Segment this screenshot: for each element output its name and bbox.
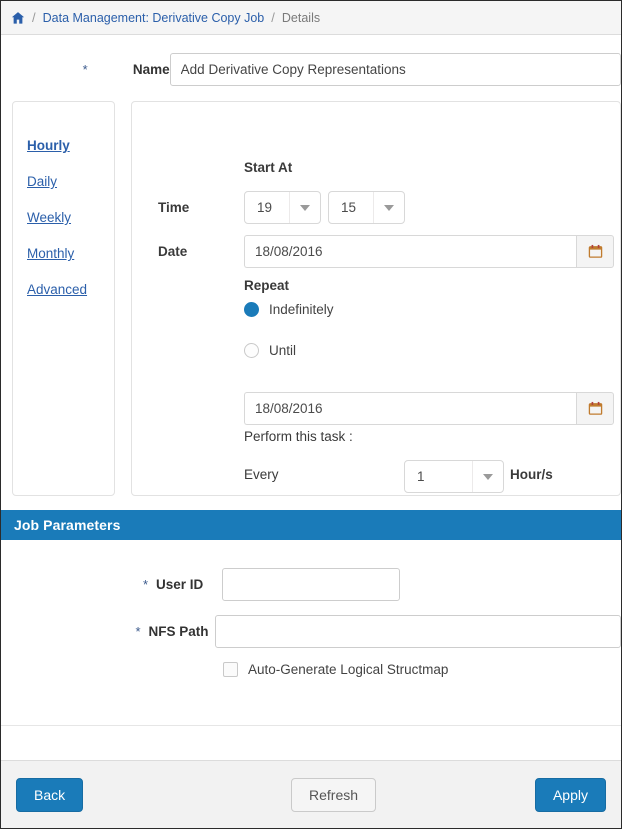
user-id-input[interactable]	[222, 568, 400, 601]
hour-select[interactable]: 19	[244, 191, 321, 224]
every-unit-label: Hour/s	[510, 467, 553, 482]
auto-generate-structmap-row[interactable]: Auto-Generate Logical Structmap	[2, 662, 621, 677]
nfs-path-row: * NFS Path	[2, 615, 621, 648]
every-label: Every	[244, 467, 279, 482]
back-button[interactable]: Back	[16, 778, 83, 812]
footer-action-bar: Back Refresh Apply	[1, 760, 621, 828]
time-label: Time	[158, 200, 189, 215]
radio-until-label: Until	[269, 343, 296, 358]
minute-select-value: 15	[329, 200, 373, 215]
required-marker-name: *	[83, 62, 88, 77]
breadcrumb-link-data-management[interactable]: Data Management: Derivative Copy Job	[43, 11, 265, 25]
hour-select-value: 19	[245, 200, 289, 215]
breadcrumb: / Data Management: Derivative Copy Job /…	[1, 1, 621, 35]
breadcrumb-current-details: Details	[282, 11, 320, 25]
minute-select[interactable]: 15	[328, 191, 405, 224]
required-marker-user-id: *	[143, 577, 148, 592]
start-date-calendar-button[interactable]	[576, 235, 614, 268]
calendar-icon	[588, 401, 603, 416]
nfs-path-label: NFS Path	[149, 624, 215, 639]
start-at-heading: Start At	[244, 160, 292, 175]
name-label-group: * Name	[1, 62, 170, 77]
until-date-calendar-button[interactable]	[576, 392, 614, 425]
job-details-page: / Data Management: Derivative Copy Job /…	[0, 0, 622, 829]
refresh-button[interactable]: Refresh	[291, 778, 376, 812]
nfs-path-label-group: * NFS Path	[2, 624, 215, 639]
radio-indefinitely-label: Indefinitely	[269, 302, 334, 317]
chevron-down-icon	[290, 205, 320, 211]
radio-until-control[interactable]	[244, 343, 259, 358]
until-date-group	[244, 392, 614, 425]
scheduler-section: Hourly Daily Weekly Monthly Advanced Sta…	[1, 101, 621, 496]
user-id-row: * User ID	[2, 568, 621, 601]
tab-advanced[interactable]: Advanced	[27, 282, 87, 297]
name-input[interactable]	[170, 53, 621, 86]
start-date-input[interactable]	[244, 235, 576, 268]
radio-until[interactable]: Until	[244, 343, 296, 358]
required-marker-nfs-path: *	[135, 624, 140, 639]
tab-daily[interactable]: Daily	[27, 174, 57, 189]
until-date-input[interactable]	[244, 392, 576, 425]
user-id-label: User ID	[156, 577, 222, 592]
chevron-down-icon	[473, 474, 503, 480]
user-id-label-group: * User ID	[2, 577, 222, 592]
tab-weekly[interactable]: Weekly	[27, 210, 71, 225]
apply-button[interactable]: Apply	[535, 778, 606, 812]
name-field-row: * Name	[1, 35, 621, 101]
every-interval-value: 1	[405, 469, 472, 484]
schedule-type-tabs: Hourly Daily Weekly Monthly Advanced	[12, 101, 115, 496]
job-parameters-header: Job Parameters	[1, 510, 621, 540]
home-icon[interactable]	[11, 11, 25, 25]
breadcrumb-separator-1: /	[32, 10, 36, 25]
date-label: Date	[158, 244, 187, 259]
auto-generate-structmap-checkbox[interactable]	[223, 662, 238, 677]
job-parameters-body: * User ID * NFS Path Auto-Generate Logic…	[1, 540, 621, 725]
name-label: Name	[95, 62, 170, 77]
tab-monthly[interactable]: Monthly	[27, 246, 74, 261]
auto-generate-structmap-label: Auto-Generate Logical Structmap	[248, 662, 448, 677]
start-date-group	[244, 235, 614, 268]
calendar-icon	[588, 244, 603, 259]
perform-task-heading: Perform this task :	[244, 429, 353, 444]
repeat-heading: Repeat	[244, 278, 289, 293]
breadcrumb-separator-2: /	[271, 10, 275, 25]
radio-indefinitely-control[interactable]	[244, 302, 259, 317]
job-parameters-title: Job Parameters	[14, 517, 120, 533]
content-bottom-divider	[1, 725, 621, 747]
schedule-form-panel: Start At Time 19 15 Date	[131, 101, 621, 496]
every-interval-select[interactable]: 1	[404, 460, 504, 493]
tab-hourly[interactable]: Hourly	[27, 138, 70, 153]
radio-indefinitely[interactable]: Indefinitely	[244, 302, 334, 317]
chevron-down-icon	[374, 205, 404, 211]
nfs-path-input[interactable]	[215, 615, 621, 648]
